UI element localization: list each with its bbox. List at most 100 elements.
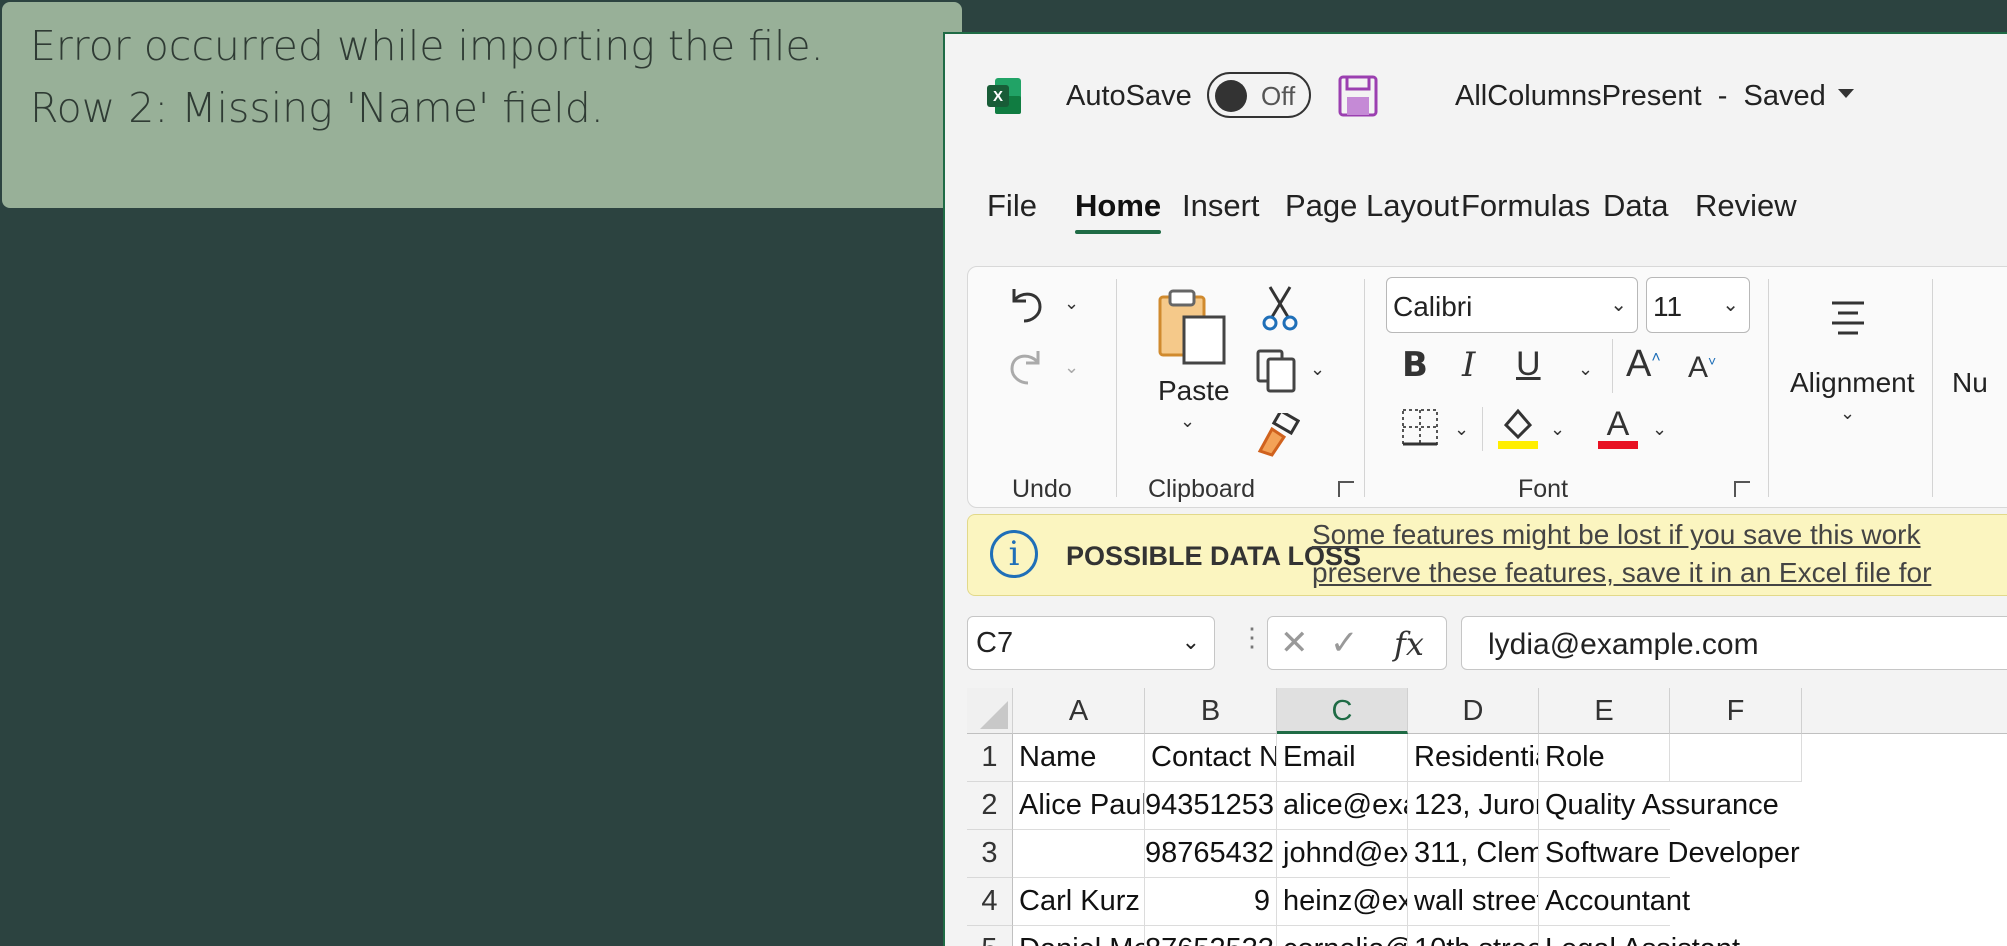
alignment-label[interactable]: Alignment xyxy=(1790,367,1915,399)
cell-b4[interactable]: 9 xyxy=(1145,878,1277,926)
cell-d2[interactable]: 123, Jurong xyxy=(1408,782,1539,830)
cell-a1[interactable]: Name xyxy=(1013,734,1145,782)
font-color-icon[interactable]: A xyxy=(1596,403,1640,451)
cell-d5[interactable]: 10th street xyxy=(1408,926,1539,946)
fill-color-icon[interactable] xyxy=(1496,403,1540,451)
cell-c3[interactable]: johnd@exa xyxy=(1277,830,1408,878)
name-box-value: C7 xyxy=(976,627,1014,659)
cell-d1[interactable]: Residential xyxy=(1408,734,1539,782)
number-label[interactable]: Nu xyxy=(1952,367,1988,399)
chevron-down-icon: ⌄ xyxy=(1181,629,1200,654)
font-name-select[interactable]: Calibri ⌄ xyxy=(1386,277,1638,333)
row-header[interactable]: 1 xyxy=(967,734,1013,782)
cell-c2[interactable]: alice@exar xyxy=(1277,782,1408,830)
row-header[interactable]: 3 xyxy=(967,830,1013,878)
cell-d4[interactable]: wall street xyxy=(1408,878,1539,926)
document-title[interactable]: AllColumnsPresent - Saved xyxy=(1455,80,1826,113)
formula-buttons: ✕ ✓ fx xyxy=(1267,616,1447,670)
cut-icon[interactable] xyxy=(1260,283,1300,331)
font-size-select[interactable]: 11 ⌄ xyxy=(1646,277,1750,333)
cell-e1[interactable]: Role xyxy=(1539,734,1670,782)
clipboard-group-label: Clipboard xyxy=(1148,475,1256,503)
name-box[interactable]: C7 ⌄ xyxy=(967,616,1215,670)
cell-b2[interactable]: 94351253 xyxy=(1145,782,1277,830)
cell-e3[interactable]: Software Developer xyxy=(1539,830,1800,878)
ribbon-tabs: File Home Insert Page Layout Formulas Da… xyxy=(945,174,2007,234)
font-color-dropdown-icon[interactable]: ⌄ xyxy=(1652,419,1667,440)
column-header-a[interactable]: A xyxy=(1013,688,1145,734)
clipboard-launcher-icon[interactable] xyxy=(1338,481,1354,497)
decrease-font-icon[interactable]: A˅ xyxy=(1688,351,1716,385)
excel-logo-icon: X xyxy=(987,78,1021,114)
tab-review[interactable]: Review xyxy=(1695,188,1797,224)
paste-label[interactable]: Paste xyxy=(1158,375,1230,407)
tab-file[interactable]: File xyxy=(987,188,1037,224)
copy-icon[interactable] xyxy=(1254,347,1300,393)
cell-a4[interactable]: Carl Kurz xyxy=(1013,878,1145,926)
cell-e2[interactable]: Quality Assurance xyxy=(1539,782,1779,830)
column-header-d[interactable]: D xyxy=(1408,688,1539,734)
format-painter-icon[interactable] xyxy=(1256,413,1300,457)
group-divider xyxy=(1768,279,1769,497)
cell-e4[interactable]: Accountant xyxy=(1539,878,1690,926)
cancel-icon[interactable]: ✕ xyxy=(1280,623,1309,663)
cell-a5[interactable]: Daniel Mei xyxy=(1013,926,1145,946)
font-size-value: 11 xyxy=(1653,291,1683,322)
borders-dropdown-icon[interactable]: ⌄ xyxy=(1454,419,1469,440)
underline-dropdown-icon[interactable]: ⌄ xyxy=(1578,359,1593,380)
row-header[interactable]: 2 xyxy=(967,782,1013,830)
cell-c5[interactable]: cornelia@e xyxy=(1277,926,1408,946)
cell-d3[interactable]: 311, Cleme xyxy=(1408,830,1539,878)
autosave-toggle[interactable]: Off xyxy=(1207,72,1311,118)
infobar-message-link[interactable]: Some features might be lost if you save … xyxy=(1312,519,1921,551)
infobar-message-link-2[interactable]: preserve these features, save it in an E… xyxy=(1312,557,1931,589)
column-header-blank xyxy=(1802,688,2007,734)
cell-a2[interactable]: Alice Paulin xyxy=(1013,782,1145,830)
formula-bar-grip-icon[interactable]: ⋮ xyxy=(1239,622,1265,653)
alignment-icon[interactable] xyxy=(1828,297,1868,337)
borders-icon[interactable] xyxy=(1400,407,1440,447)
fill-color-dropdown-icon[interactable]: ⌄ xyxy=(1550,419,1565,440)
paste-icon[interactable] xyxy=(1156,287,1228,367)
formula-input[interactable]: lydia@example.com xyxy=(1461,616,2007,670)
row-header[interactable]: 4 xyxy=(967,878,1013,926)
copy-dropdown-icon[interactable]: ⌄ xyxy=(1310,359,1325,380)
cell-c1[interactable]: Email xyxy=(1277,734,1408,782)
cell-b5[interactable]: 87652533 xyxy=(1145,926,1277,946)
redo-dropdown-icon: ⌄ xyxy=(1064,357,1080,377)
column-header-e[interactable]: E xyxy=(1539,688,1670,734)
save-icon[interactable] xyxy=(1338,75,1378,117)
column-header-c[interactable]: C xyxy=(1277,688,1408,734)
cell-a3[interactable] xyxy=(1013,830,1145,878)
column-header-f[interactable]: F xyxy=(1670,688,1802,734)
tab-home[interactable]: Home xyxy=(1075,188,1162,234)
row-header[interactable]: 5 xyxy=(967,926,1013,946)
group-divider xyxy=(1364,279,1365,497)
alignment-dropdown-icon[interactable]: ⌄ xyxy=(1840,403,1855,424)
enter-icon[interactable]: ✓ xyxy=(1330,623,1359,663)
paste-dropdown-icon[interactable]: ⌄ xyxy=(1180,411,1195,432)
bold-button[interactable]: B xyxy=(1402,345,1428,385)
cell-b1[interactable]: Contact Nu xyxy=(1145,734,1277,782)
italic-button[interactable]: I xyxy=(1462,345,1475,385)
font-launcher-icon[interactable] xyxy=(1734,481,1750,497)
data-loss-infobar: i POSSIBLE DATA LOSS Some features might… xyxy=(967,514,2007,596)
cell-e5[interactable]: Legal Assistant xyxy=(1539,926,1740,946)
select-all-button[interactable] xyxy=(967,688,1013,734)
increase-font-icon[interactable]: A˄ xyxy=(1626,343,1661,386)
undo-dropdown-icon[interactable]: ⌄ xyxy=(1064,293,1079,314)
tab-page-layout[interactable]: Page Layout xyxy=(1285,188,1459,224)
underline-button[interactable]: U xyxy=(1516,345,1541,384)
tab-insert[interactable]: Insert xyxy=(1182,188,1260,224)
toggle-state: Off xyxy=(1261,81,1296,111)
undo-icon[interactable] xyxy=(1004,281,1048,325)
tab-data[interactable]: Data xyxy=(1603,188,1668,224)
svg-text:A: A xyxy=(1607,405,1630,443)
cell-f1[interactable] xyxy=(1670,734,1802,782)
cell-b3[interactable]: 98765432 xyxy=(1145,830,1277,878)
tab-formulas[interactable]: Formulas xyxy=(1461,188,1590,224)
title-dropdown-icon[interactable] xyxy=(1838,89,1854,98)
cell-c4[interactable]: heinz@exa xyxy=(1277,878,1408,926)
insert-function-icon[interactable]: fx xyxy=(1394,625,1424,663)
column-header-b[interactable]: B xyxy=(1145,688,1277,734)
